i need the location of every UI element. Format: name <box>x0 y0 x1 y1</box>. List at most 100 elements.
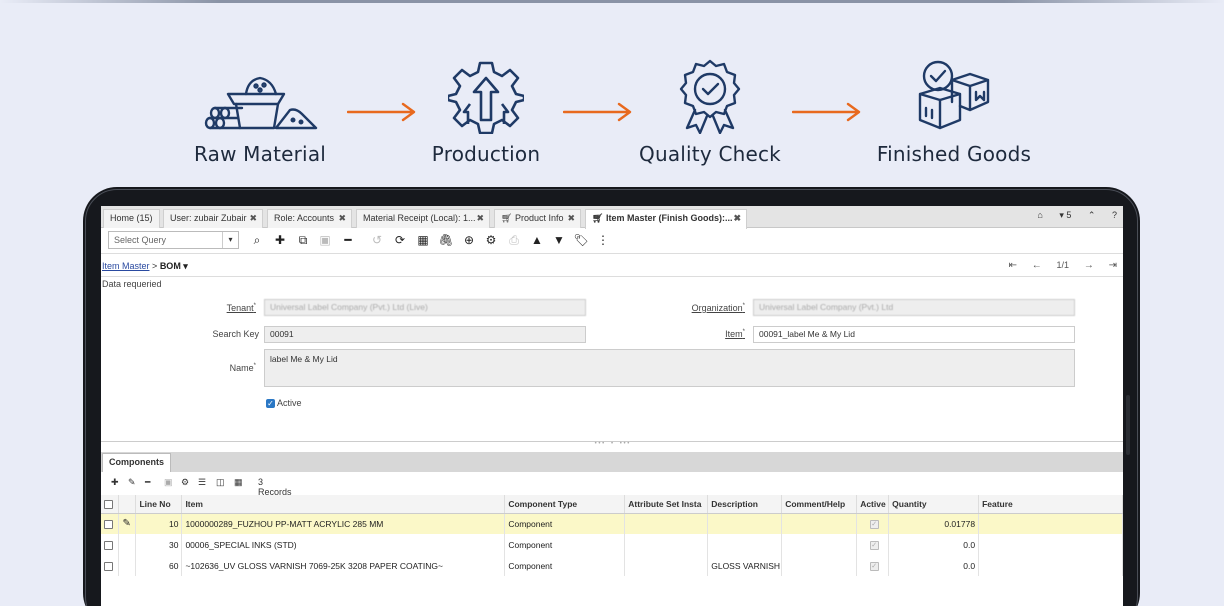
refresh-icon[interactable]: ⟳ <box>392 232 408 248</box>
last-record-icon[interactable]: ⇥ <box>1109 260 1117 271</box>
gear-icon[interactable]: ⚙ <box>181 477 189 488</box>
add-row-icon[interactable]: ✚ <box>111 477 119 488</box>
column-header[interactable]: Component Type <box>504 495 626 514</box>
breadcrumb-current[interactable]: BOM ▾ <box>160 261 188 271</box>
column-header[interactable]: Quantity <box>888 495 980 514</box>
organization-label[interactable]: Organization* <box>661 303 745 313</box>
production-gear-icon <box>448 61 524 134</box>
item-label[interactable]: Item* <box>661 329 745 339</box>
cart-icon: 🛒︎ <box>592 213 604 223</box>
column-header[interactable]: Active <box>856 495 890 514</box>
app-screen: Home (15) User: zubair Zubair ✖ Role: Acc… <box>101 206 1123 606</box>
previous-record-icon[interactable]: ← <box>1032 260 1042 271</box>
column-header[interactable]: Line No <box>135 495 183 514</box>
chevron-down-icon[interactable]: ▼ <box>551 232 567 248</box>
column-header[interactable]: Attribute Set Insta <box>624 495 709 514</box>
attachment-icon[interactable]: 🖇︎ <box>438 232 454 248</box>
tag-icon[interactable]: 🏷︎ <box>573 232 589 248</box>
column-header[interactable]: Comment/Help <box>781 495 858 514</box>
active-checkbox[interactable]: ✓ <box>266 399 275 408</box>
select-all-header[interactable] <box>101 495 120 514</box>
tenant-label[interactable]: Tenant* <box>191 303 256 313</box>
active-checkbox[interactable]: ✓ <box>869 561 879 571</box>
more-menu-icon[interactable]: ⋮ <box>595 232 611 248</box>
flow-label: Finished Goods <box>876 142 1032 166</box>
next-record-icon[interactable]: → <box>1084 260 1094 271</box>
active-checkbox[interactable]: ✓ <box>869 519 879 529</box>
grid-view-icon[interactable]: ▦ <box>234 477 243 488</box>
cart-icon: 🛒︎ <box>501 213 513 223</box>
row-checkbox[interactable] <box>104 561 113 571</box>
search-icon[interactable]: ⌕ <box>249 232 265 248</box>
tab-product-info[interactable]: 🛒︎ Product Info ✖ <box>494 209 581 228</box>
item-field[interactable]: 00091_label Me & My Lid <box>753 326 1075 343</box>
close-icon[interactable]: ✖ <box>567 210 575 227</box>
detail-tab-bar: Components <box>101 452 1123 472</box>
record-counter: 1/1 <box>1056 260 1070 270</box>
undo-icon[interactable]: ↺ <box>369 232 385 248</box>
select-query-dropdown[interactable]: Select Query ▾ <box>108 231 239 249</box>
record-count: 3 Records <box>258 477 292 497</box>
row-checkbox[interactable] <box>104 519 113 529</box>
grid-toggle-icon[interactable]: ▦ <box>415 232 431 248</box>
name-label: Name* <box>229 363 256 373</box>
breadcrumb-item-master-link[interactable]: Item Master <box>102 261 150 271</box>
flow-step-production: Production <box>420 58 552 166</box>
tenant-field[interactable]: Universal Label Company (Pvt.) Ltd (Live… <box>264 299 586 316</box>
tab-material-receipt[interactable]: Material Receipt (Local): 1... ✖ <box>356 209 490 228</box>
form-view-icon[interactable]: ◫ <box>216 477 225 488</box>
name-textarea[interactable]: label Me & My Lid <box>264 349 1075 387</box>
save-icon[interactable]: ▣ <box>164 477 173 488</box>
close-icon[interactable]: ✖ <box>249 210 257 227</box>
chevron-up-icon[interactable]: ▲ <box>529 232 545 248</box>
search-key-field[interactable]: 00091 <box>264 326 586 343</box>
collapse-icon[interactable]: ⌃ <box>1088 210 1096 221</box>
close-icon[interactable]: ✖ <box>476 210 484 227</box>
organization-field[interactable]: Universal Label Company (Pvt.) Ltd <box>753 299 1075 316</box>
notices-dropdown[interactable]: ▾ 5 <box>1059 210 1071 221</box>
zoom-icon[interactable]: ⊕ <box>461 232 477 248</box>
help-icon[interactable]: ? <box>1112 210 1117 220</box>
delete-icon[interactable]: ━ <box>340 232 356 248</box>
column-header[interactable]: Description <box>707 495 783 514</box>
new-record-icon[interactable]: ✚ <box>272 232 288 248</box>
home-icon[interactable]: ⌂ <box>1037 210 1042 220</box>
tab-components[interactable]: Components <box>102 453 171 472</box>
column-header[interactable]: Feature <box>978 495 1123 514</box>
tab-home[interactable]: Home (15) <box>103 209 160 228</box>
edit-icon[interactable]: ✎ <box>118 513 137 534</box>
flow-arrow-icon <box>347 102 416 122</box>
print-icon[interactable]: ⎙ <box>506 232 522 248</box>
list-view-icon[interactable]: ☰ <box>198 477 206 488</box>
edit-icon[interactable]: ✎ <box>128 477 136 488</box>
flow-step-raw-material: Raw Material <box>180 58 340 166</box>
tab-item-master[interactable]: 🛒︎ Item Master (Finish Goods):... ✖ <box>585 209 747 229</box>
table-row[interactable]: 60 ~102636_UV GLOSS VARNISH 7069-25K 320… <box>101 555 1123 576</box>
tablet-side-button <box>1126 395 1130 455</box>
flow-label: Quality Check <box>639 142 781 166</box>
tab-role[interactable]: Role: Accounts ✖ <box>267 209 352 228</box>
close-icon[interactable]: ✖ <box>338 210 346 227</box>
table-row[interactable]: 30 00006_SPECIAL INKS (STD) Component ✓ … <box>101 534 1123 555</box>
flow-label: Production <box>431 142 541 166</box>
row-checkbox[interactable] <box>104 540 113 550</box>
active-label: Active <box>277 398 302 408</box>
active-checkbox[interactable]: ✓ <box>869 540 879 550</box>
delete-row-icon[interactable]: ━ <box>145 477 150 488</box>
tab-user[interactable]: User: zubair Zubair ✖ <box>163 209 263 228</box>
column-header[interactable]: Item <box>181 495 506 514</box>
chevron-down-icon[interactable]: ▾ <box>222 232 238 248</box>
row-action-header <box>118 495 137 514</box>
select-all-checkbox[interactable] <box>104 499 113 509</box>
copy-record-icon[interactable]: ⧉ <box>295 232 311 248</box>
first-record-icon[interactable]: ⇤ <box>1009 260 1017 271</box>
close-icon[interactable]: ✖ <box>733 210 741 227</box>
panel-splitter[interactable]: • • • • • • • <box>101 441 1123 447</box>
flow-step-finished-goods: Finished Goods <box>866 58 1042 166</box>
table-row[interactable]: ✎ 10 1000000289_FUZHOU PP-MATT ACRYLIC 2… <box>101 513 1123 534</box>
save-icon[interactable]: ▣ <box>317 232 333 248</box>
window-tab-bar: Home (15) User: zubair Zubair ✖ Role: Acc… <box>101 206 1123 229</box>
flow-arrow-icon <box>563 102 632 122</box>
breadcrumb: Item Master > BOM ▾ <box>102 261 188 271</box>
gear-icon[interactable]: ⚙ <box>483 232 499 248</box>
